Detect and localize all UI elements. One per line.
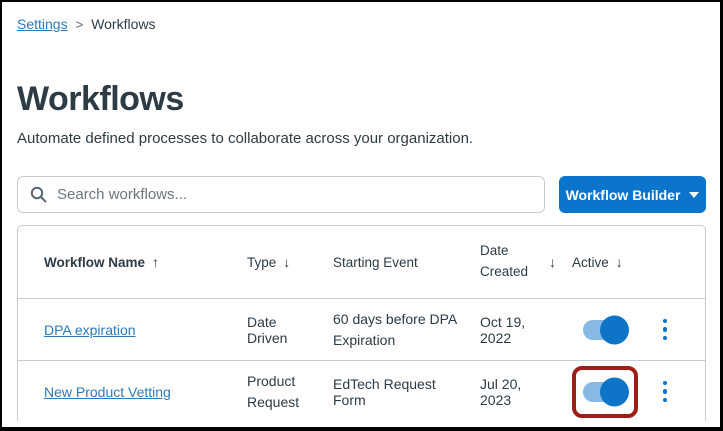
sort-desc-icon: ↓ bbox=[283, 254, 291, 270]
row-menu-kebab-icon[interactable] bbox=[653, 313, 677, 347]
row-menu-kebab-icon[interactable] bbox=[653, 375, 677, 409]
workflow-date-created: Oct 19, 2022 bbox=[480, 313, 526, 346]
chevron-down-icon bbox=[689, 191, 700, 198]
workflows-page: Settings > Workflows Workflows Automate … bbox=[0, 0, 723, 431]
search-box bbox=[17, 176, 545, 213]
workflow-link[interactable]: DPA expiration bbox=[44, 322, 136, 338]
toggle-knob bbox=[600, 315, 629, 344]
breadcrumb: Settings > Workflows bbox=[17, 16, 706, 32]
search-input[interactable] bbox=[57, 186, 532, 203]
workflow-builder-button-label: Workflow Builder bbox=[565, 186, 681, 203]
toggle-frame bbox=[572, 304, 638, 356]
workflow-starting-event: EdTech Request Form bbox=[333, 375, 436, 408]
search-icon bbox=[30, 186, 47, 203]
workflow-starting-event: 60 days before DPA Expiration bbox=[333, 311, 457, 348]
workflow-builder-button[interactable]: Workflow Builder bbox=[559, 176, 706, 213]
breadcrumb-settings-link[interactable]: Settings bbox=[17, 16, 68, 32]
annotation-highlight-box bbox=[572, 365, 638, 418]
column-header-date-created[interactable]: Date Created ↓ bbox=[480, 241, 572, 283]
breadcrumb-current: Workflows bbox=[91, 16, 156, 32]
toggle-knob bbox=[600, 377, 629, 406]
column-header-type[interactable]: Type ↓ bbox=[247, 254, 333, 270]
active-toggle[interactable] bbox=[583, 315, 629, 344]
sort-asc-icon: ↑ bbox=[152, 254, 160, 270]
sort-desc-icon: ↓ bbox=[615, 254, 623, 270]
table-header-row: Workflow Name ↑ Type ↓ Starting Event Da… bbox=[18, 226, 705, 298]
workflow-link[interactable]: New Product Vetting bbox=[44, 384, 171, 400]
page-title: Workflows bbox=[17, 80, 184, 118]
workflow-type: Product Request bbox=[247, 373, 300, 410]
page-subtitle: Automate defined processes to collaborat… bbox=[17, 130, 474, 147]
column-header-workflow-name[interactable]: Workflow Name ↑ bbox=[18, 254, 247, 270]
workflow-type: Date Driven bbox=[247, 313, 288, 346]
column-header-starting-event[interactable]: Starting Event bbox=[333, 255, 480, 270]
breadcrumb-separator-icon: > bbox=[75, 16, 84, 32]
column-header-active[interactable]: Active ↓ bbox=[572, 254, 647, 270]
toolbar: Workflow Builder bbox=[17, 176, 706, 213]
workflows-table: Workflow Name ↑ Type ↓ Starting Event Da… bbox=[17, 225, 706, 421]
active-toggle[interactable] bbox=[583, 377, 629, 406]
sort-desc-icon: ↓ bbox=[549, 254, 556, 270]
table-row-new-product-vetting: New Product Vetting Product Request EdTe… bbox=[18, 360, 705, 421]
workflow-date-created: Jul 20, 2023 bbox=[480, 375, 522, 408]
table-row-dpa-expiration: DPA expiration Date Driven 60 days befor… bbox=[18, 298, 705, 360]
